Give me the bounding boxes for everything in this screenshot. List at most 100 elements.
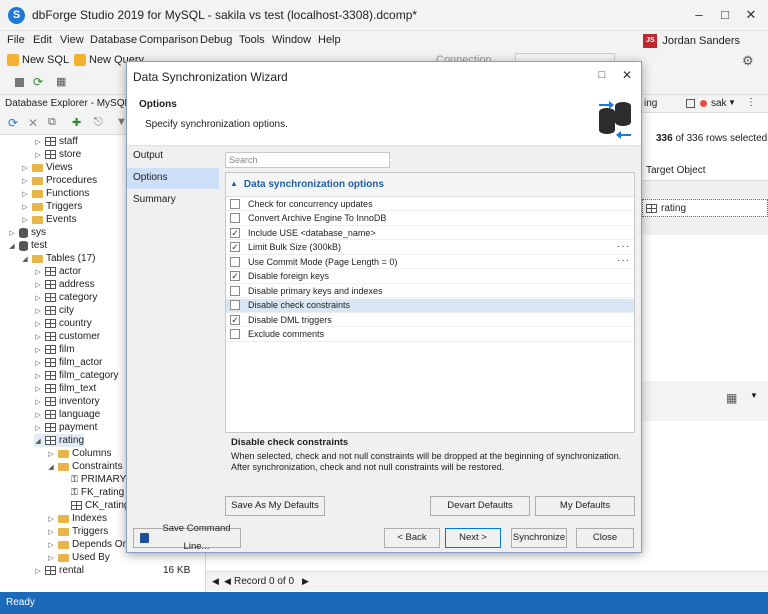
tree-item[interactable]: CK_rating <box>60 499 129 512</box>
collapsed-arrow-icon[interactable]: ▷ <box>34 333 42 341</box>
collapsed-arrow-icon[interactable]: ▷ <box>34 411 42 419</box>
expanded-arrow-icon[interactable]: ◢ <box>47 463 55 471</box>
table-row-selected[interactable]: rating <box>642 199 768 217</box>
step-options[interactable]: Options <box>127 168 219 189</box>
tree-item[interactable]: ▷ inventory <box>34 395 99 408</box>
tree-item[interactable]: ◢ test <box>8 239 47 252</box>
close-button[interactable]: Close <box>576 528 634 548</box>
tree-item[interactable]: ▷ customer <box>34 330 100 343</box>
menu-window[interactable]: Window <box>272 34 311 46</box>
collapsed-arrow-icon[interactable]: ▷ <box>34 398 42 406</box>
synchronize-button[interactable]: Synchronize <box>511 528 567 548</box>
disconnect-icon[interactable]: ⎋ <box>94 116 103 129</box>
menu-debug[interactable]: Debug <box>200 34 232 46</box>
menu-database[interactable]: Database <box>90 34 137 46</box>
tree-item[interactable]: ▷ Used By <box>47 551 110 564</box>
collapsed-arrow-icon[interactable]: ▷ <box>47 515 55 523</box>
option-row[interactable]: Disable primary keys and indexes <box>226 284 634 298</box>
option-checkbox[interactable] <box>230 256 240 267</box>
collapsed-arrow-icon[interactable]: ▷ <box>47 528 55 536</box>
search-input[interactable]: Search <box>225 152 390 168</box>
step-output[interactable]: Output <box>127 146 219 167</box>
tree-item[interactable]: ▷ Indexes <box>47 512 107 525</box>
tree-item[interactable]: ◢ Tables (17) <box>21 252 95 265</box>
refresh-icon[interactable]: ⟳ <box>33 75 43 89</box>
tree-item[interactable]: ◢ Constraints <box>47 460 122 473</box>
collapsed-arrow-icon[interactable]: ▷ <box>34 151 42 159</box>
tree-item[interactable]: ▷ Functions <box>21 187 89 200</box>
tree-item[interactable]: ▷ film <box>34 343 74 356</box>
stop-icon[interactable] <box>15 78 24 87</box>
next-button[interactable]: Next > <box>445 528 501 548</box>
tab-rating[interactable]: ing <box>644 98 657 109</box>
expanded-arrow-icon[interactable]: ◢ <box>21 255 29 263</box>
tree-item[interactable]: ▷ actor <box>34 265 81 278</box>
option-row[interactable]: ✓ Disable foreign keys <box>226 270 634 284</box>
prev-record-icon[interactable]: ◀ <box>224 576 231 587</box>
option-checkbox[interactable] <box>230 213 240 223</box>
maximize-icon[interactable]: □ <box>716 6 734 24</box>
collapsed-arrow-icon[interactable]: ▷ <box>21 190 29 198</box>
my-defaults-button[interactable]: My Defaults <box>535 496 635 516</box>
tree-item[interactable]: ▷ store <box>34 148 81 161</box>
tree-item[interactable]: ▷ film_category <box>34 369 118 382</box>
option-row[interactable]: ✓ Limit Bulk Size (300kB) ··· <box>226 241 634 255</box>
option-more-icon[interactable]: ··· <box>617 241 630 252</box>
collapsed-arrow-icon[interactable]: ▷ <box>34 281 42 289</box>
tree-item[interactable]: ▷ Events <box>21 213 76 226</box>
collapsed-arrow-icon[interactable]: ▷ <box>21 203 29 211</box>
collapse-icon[interactable]: ▲ <box>230 179 238 190</box>
minimize-icon[interactable]: – <box>690 6 708 24</box>
menu-comparison[interactable]: Comparison <box>139 34 198 46</box>
tree-item[interactable]: ▷ sys <box>8 226 46 239</box>
tree-item[interactable]: ▷ payment <box>34 421 97 434</box>
tree-item[interactable]: ▷ address <box>34 278 94 291</box>
option-checkbox[interactable]: ✓ <box>230 227 240 238</box>
collapsed-arrow-icon[interactable]: ▷ <box>34 372 42 380</box>
grid-icon[interactable]: ▦ <box>56 75 66 88</box>
tree-item[interactable]: ▷ Triggers <box>47 525 108 538</box>
more-icon[interactable]: ⋮ <box>746 97 756 108</box>
grid-layout-icon[interactable]: ▦ <box>726 391 737 405</box>
collapsed-arrow-icon[interactable]: ▷ <box>34 346 42 354</box>
grid-view-icon[interactable] <box>686 99 695 108</box>
collapsed-arrow-icon[interactable]: ▷ <box>34 307 42 315</box>
save-command-line-button[interactable]: Save Command Line... <box>133 523 241 552</box>
tree-item[interactable]: ▷ category <box>34 291 97 304</box>
collapsed-arrow-icon[interactable]: ▷ <box>21 177 29 185</box>
option-checkbox[interactable]: ✓ <box>230 314 240 325</box>
collapsed-arrow-icon[interactable]: ▷ <box>34 424 42 432</box>
devart-defaults-button[interactable]: Devart Defaults <box>430 496 530 516</box>
copy-icon[interactable]: ⧉ <box>48 116 56 129</box>
option-checkbox[interactable]: ✓ <box>230 242 240 252</box>
tree-item[interactable]: ⚿ FK_rating <box>60 486 124 499</box>
tree-item[interactable]: ▷ language <box>34 408 100 421</box>
dialog-close-icon[interactable]: ✕ <box>618 66 636 84</box>
tree-item[interactable]: ▷ Procedures <box>21 174 97 187</box>
tree-item[interactable]: ⚿ PRIMARY <box>60 473 126 486</box>
option-checkbox[interactable] <box>230 198 240 209</box>
menu-help[interactable]: Help <box>318 34 341 46</box>
tree-item[interactable]: ▷ film_text <box>34 382 96 395</box>
option-row[interactable]: Convert Archive Engine To InnoDB <box>226 212 634 226</box>
chevron-down-icon[interactable]: ▼ <box>728 98 736 107</box>
tree-item[interactable]: ◢ rating <box>34 434 85 447</box>
option-row[interactable]: Check for concurrency updates <box>226 197 634 211</box>
collapsed-arrow-icon[interactable]: ▷ <box>34 359 42 367</box>
collapsed-arrow-icon[interactable]: ▷ <box>34 294 42 302</box>
new-connection-icon[interactable]: ✚ <box>72 116 81 129</box>
step-summary[interactable]: Summary <box>127 190 219 211</box>
tree-item[interactable]: ▷ film_actor <box>34 356 102 369</box>
tree-item[interactable]: ▷ rental <box>34 564 84 577</box>
column-header-target[interactable]: Target Object <box>642 161 768 181</box>
expanded-arrow-icon[interactable]: ◢ <box>8 242 16 250</box>
option-checkbox[interactable] <box>230 285 240 296</box>
tab-sakila[interactable]: sak <box>711 98 727 109</box>
collapsed-arrow-icon[interactable]: ▷ <box>47 450 55 458</box>
first-record-icon[interactable]: ◀ <box>212 576 219 587</box>
tree-item[interactable]: ▷ city <box>34 304 74 317</box>
option-more-icon[interactable]: ··· <box>617 255 630 266</box>
close-icon[interactable]: ✕ <box>742 6 760 24</box>
collapsed-arrow-icon[interactable]: ▷ <box>21 216 29 224</box>
collapsed-arrow-icon[interactable]: ▷ <box>34 138 42 146</box>
